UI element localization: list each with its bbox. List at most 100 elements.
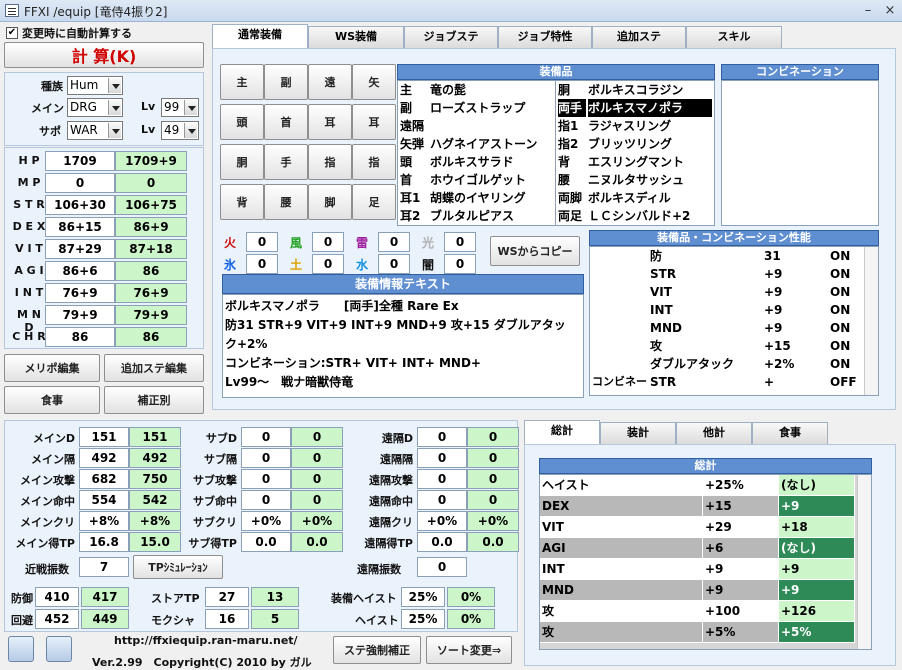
perf-toggle[interactable]: ON <box>830 355 864 373</box>
slot-button[interactable]: 矢 <box>352 64 396 100</box>
slot-button[interactable]: 副 <box>264 64 308 100</box>
combination-list[interactable] <box>721 80 879 226</box>
stat-value-adjusted: 151 <box>129 427 181 447</box>
extra-stat-edit-button[interactable]: 追加ステ編集 <box>104 354 204 382</box>
summary-tab-0[interactable]: 総計 <box>524 420 600 444</box>
slot-button[interactable]: 耳 <box>352 104 396 140</box>
equip-item[interactable]: ブリッツリング <box>588 135 712 153</box>
perf-toggle[interactable]: ON <box>830 283 864 301</box>
tab-3[interactable]: ジョブ特性 <box>498 26 592 48</box>
tab-2[interactable]: ジョブステ <box>404 26 498 48</box>
race-select[interactable]: Hum <box>67 76 123 95</box>
main-job-select[interactable]: DRG <box>67 98 123 117</box>
tab-5[interactable]: スキル <box>686 26 782 48</box>
perf-toggle[interactable]: ON <box>830 247 864 265</box>
merit-edit-button[interactable]: メリポ編集 <box>4 354 100 382</box>
slot-button[interactable]: 胴 <box>220 144 264 180</box>
summary-key: 攻 <box>540 601 703 622</box>
equip-item[interactable]: ＬＣシンバルド+2 <box>588 207 712 225</box>
summary-tab-3[interactable]: 食事 <box>752 422 828 444</box>
element-7-value[interactable]: 0 <box>444 254 476 274</box>
slot-button[interactable]: 耳 <box>308 104 352 140</box>
equip-item[interactable]: ボルキスマノポラ <box>588 99 712 117</box>
close-button[interactable]: × <box>880 3 900 19</box>
tab-1[interactable]: WS装備 <box>308 26 404 48</box>
stat-label: メインD <box>32 432 75 445</box>
summary-tab-1[interactable]: 装計 <box>600 422 676 444</box>
sort-change-button[interactable]: ソート変更⇒ <box>426 636 512 664</box>
perf-toggle[interactable]: ON <box>830 337 864 355</box>
element-4-value[interactable]: 0 <box>246 254 278 274</box>
slot-button[interactable]: 足 <box>352 184 396 220</box>
element-3-value[interactable]: 0 <box>444 232 476 252</box>
equip-item[interactable]: ローズストラップ <box>430 99 556 117</box>
perf-toggle[interactable]: OFF <box>830 373 864 391</box>
summary-list[interactable]: ヘイスト +25% (なし) DEX +15 +9 VIT +29 +18 AGI +6 (なし) IN… <box>539 474 872 650</box>
force-stat-correction-button[interactable]: ステ強制補正 <box>333 636 421 664</box>
slot-button[interactable]: 主 <box>220 64 264 100</box>
save-icon[interactable] <box>8 636 34 662</box>
website-url[interactable]: http://ffxiequip.ran-maru.net/ <box>114 634 298 647</box>
chevron-down-icon[interactable] <box>184 100 197 115</box>
equip-item[interactable] <box>430 117 556 135</box>
food-button[interactable]: 食事 <box>4 386 100 414</box>
tab-4[interactable]: 追加ステ <box>592 26 686 48</box>
slot-button[interactable]: 腰 <box>264 184 308 220</box>
stat-value: 492 <box>79 448 129 468</box>
element-6-value[interactable]: 0 <box>378 254 410 274</box>
minimize-button[interactable]: – <box>858 3 878 19</box>
load-icon[interactable] <box>46 636 72 662</box>
correction-button[interactable]: 補正別 <box>104 386 204 414</box>
tp-simulation-button[interactable]: TPｼﾐｭﾚｰｼｮﾝ <box>133 555 223 579</box>
slot-button[interactable]: 手 <box>264 144 308 180</box>
stat-total-value: 86+9 <box>115 217 187 237</box>
element-1-value[interactable]: 0 <box>312 232 344 252</box>
equip-item[interactable]: エスリングマント <box>588 153 712 171</box>
equip-item[interactable]: ラジャスリング <box>588 117 712 135</box>
stat-label: 遠隔命中 <box>369 495 413 508</box>
auto-calc-checkbox[interactable]: ✔ 変更時に自動計算する <box>6 25 206 41</box>
slot-button[interactable]: 遠 <box>308 64 352 100</box>
ws-copy-button[interactable]: WSからコピー <box>490 236 580 266</box>
perf-toggle[interactable]: ON <box>830 301 864 319</box>
tab-0[interactable]: 通常装備 <box>212 24 308 48</box>
summary-tab-2[interactable]: 他計 <box>676 422 752 444</box>
equip-item[interactable]: ボルキスディル <box>588 189 712 207</box>
perf-toggle[interactable]: ON <box>830 265 864 283</box>
equip-item[interactable]: ブルタルピアス <box>430 207 556 225</box>
scrollbar[interactable] <box>857 475 871 649</box>
chevron-down-icon[interactable] <box>108 123 121 138</box>
checkbox-check-icon[interactable]: ✔ <box>6 27 18 39</box>
stat-label: サブD <box>205 432 237 445</box>
slot-button[interactable]: 頭 <box>220 104 264 140</box>
equip-item[interactable]: 竜の髭 <box>430 81 556 99</box>
slot-button[interactable]: 背 <box>220 184 264 220</box>
equip-item[interactable]: ボルキスコラジン <box>588 81 712 99</box>
performance-list[interactable]: 防 31 ON STR +9 ON VIT +9 ON INT +9 ON MND +9 ON 攻 +15 ON ダ… <box>589 246 879 396</box>
scrollbar[interactable] <box>864 247 878 395</box>
equip-item[interactable]: ホウイゴルゲット <box>430 171 556 189</box>
chevron-down-icon[interactable] <box>184 123 197 138</box>
chevron-down-icon[interactable] <box>108 100 121 115</box>
stat-value-adjusted: 0 <box>291 490 343 510</box>
eva-label: 回避 <box>11 614 33 627</box>
slot-button[interactable]: 指 <box>308 144 352 180</box>
calc-button[interactable]: 計 算(K) <box>4 42 204 68</box>
equip-item[interactable]: ニヌルタサッシュ <box>588 171 712 189</box>
chevron-down-icon[interactable] <box>108 78 121 93</box>
element-5-value[interactable]: 0 <box>312 254 344 274</box>
element-2-value[interactable]: 0 <box>378 232 410 252</box>
element-0-value[interactable]: 0 <box>246 232 278 252</box>
main-lv-select[interactable]: 99 <box>161 98 199 117</box>
main-job-label: メイン <box>31 102 64 115</box>
equip-item[interactable]: 胡蝶のイヤリング <box>430 189 556 207</box>
slot-button[interactable]: 首 <box>264 104 308 140</box>
sub-lv-select[interactable]: 49 <box>161 121 199 140</box>
equip-item[interactable]: ハグネイアストーン <box>430 135 556 153</box>
stat-label: メイン命中 <box>20 495 75 508</box>
equip-item[interactable]: ボルキスサラド <box>430 153 556 171</box>
perf-toggle[interactable]: ON <box>830 319 864 337</box>
sub-job-select[interactable]: WAR <box>67 121 123 140</box>
slot-button[interactable]: 指 <box>352 144 396 180</box>
slot-button[interactable]: 脚 <box>308 184 352 220</box>
